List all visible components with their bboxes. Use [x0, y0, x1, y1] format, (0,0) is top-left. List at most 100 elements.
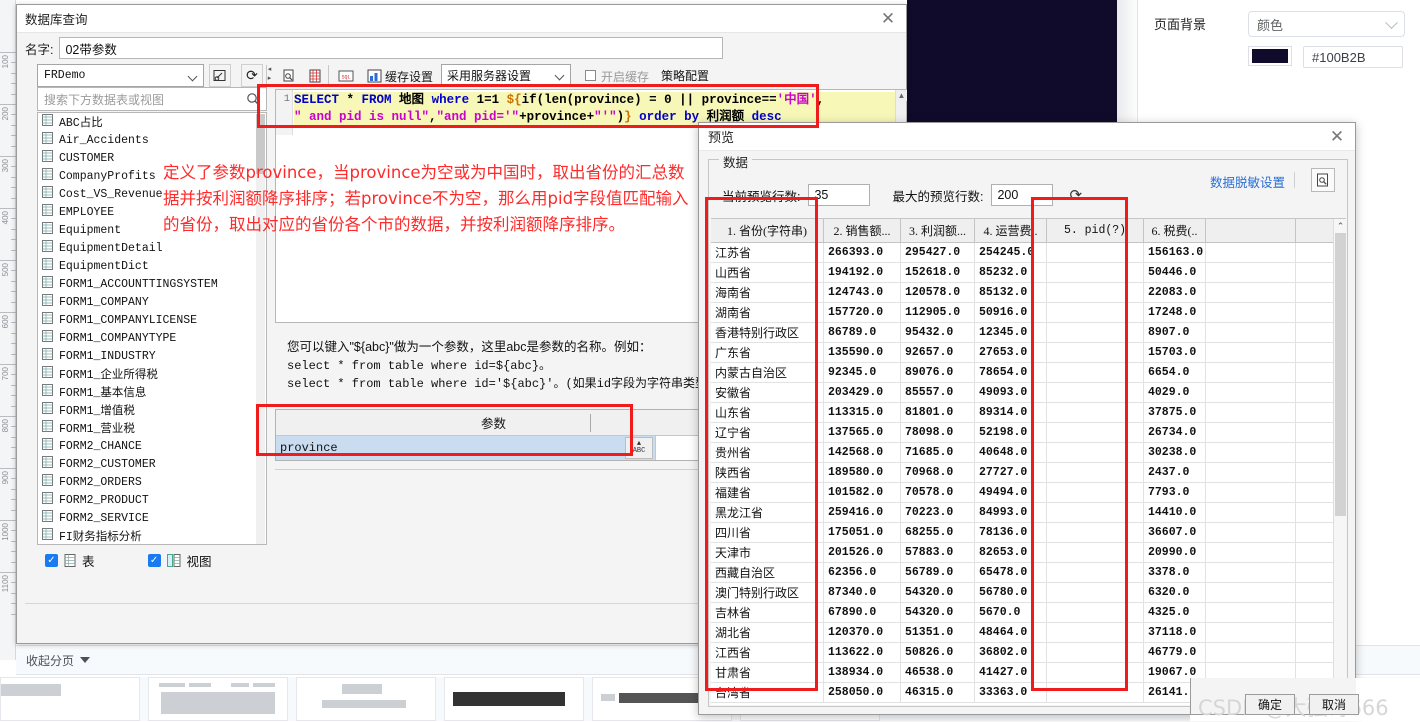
- grid-column-header[interactable]: 1. 省份(字符串): [711, 219, 824, 242]
- table-list-item[interactable]: ABC占比: [38, 113, 266, 131]
- grid-cell: 陕西省: [711, 463, 824, 482]
- table-list-item[interactable]: CompanyProfits: [38, 167, 266, 185]
- cache-mode-select[interactable]: 采用服务器设置: [441, 64, 571, 86]
- table-list-item[interactable]: FORM1_COMPANYTYPE: [38, 329, 266, 347]
- table-list-item[interactable]: FORM2_SERVICE: [38, 509, 266, 527]
- table-list-item[interactable]: FORM1_INDUSTRY: [38, 347, 266, 365]
- table-list-item[interactable]: FORM2_CHANCE: [38, 437, 266, 455]
- table-list-item[interactable]: FORM1_企业所得税: [38, 365, 266, 383]
- table-list-item[interactable]: CUSTOMER: [38, 149, 266, 167]
- grid-row[interactable]: 吉林省 67890.0 54320.0 5670.0 4325.0: [711, 603, 1346, 623]
- color-swatch-button[interactable]: [1248, 46, 1292, 66]
- current-rows-input[interactable]: 35: [808, 184, 871, 206]
- grid-vertical-scrollbar[interactable]: ⌃ ⌄: [1333, 219, 1346, 705]
- close-icon[interactable]: ✕: [1327, 127, 1347, 147]
- grid-row[interactable]: 湖南省 157720.0 112905.0 50916.0 17248.0: [711, 303, 1346, 323]
- edit-datasource-button[interactable]: [209, 64, 231, 87]
- grid-column-header[interactable]: 2. 销售额...: [824, 219, 901, 242]
- grid-row[interactable]: 山东省 113315.0 81801.0 89314.0 37875.0: [711, 403, 1346, 423]
- grid-column-header[interactable]: 4. 运营费..: [975, 219, 1047, 242]
- enable-cache-checkbox[interactable]: [585, 70, 596, 81]
- table-list-item[interactable]: FORM2_ORDERS: [38, 473, 266, 491]
- grid-row[interactable]: 西藏自治区 62356.0 56789.0 65478.0 3378.0: [711, 563, 1346, 583]
- table-list-item[interactable]: FI财务指标分析: [38, 527, 266, 544]
- scroll-up-icon[interactable]: ▲: [896, 90, 907, 101]
- grid-column-header[interactable]: 5. pid(?): [1047, 219, 1144, 242]
- table-list-item[interactable]: EquipmentDetail: [38, 239, 266, 257]
- column-resize-handle[interactable]: [590, 414, 591, 432]
- export-button[interactable]: [1311, 168, 1335, 192]
- template-thumbnail[interactable]: [444, 677, 584, 721]
- close-icon[interactable]: ✕: [878, 9, 898, 29]
- grid-column-header[interactable]: 3. 利润额...: [901, 219, 975, 242]
- grid-row[interactable]: 辽宁省 137565.0 78098.0 52198.0 26734.0: [711, 423, 1346, 443]
- table-list-item[interactable]: FORM2_CUSTOMER: [38, 455, 266, 473]
- grid-row[interactable]: 陕西省 189580.0 70968.0 27727.0 2437.0: [711, 463, 1346, 483]
- page-background-type-select[interactable]: 颜色: [1248, 11, 1405, 37]
- template-thumbnail[interactable]: [148, 677, 288, 721]
- grid-row[interactable]: 江西省 113622.0 50826.0 36802.0 46779.0: [711, 643, 1346, 663]
- table-list-item[interactable]: FORM1_COMPANYLICENSE: [38, 311, 266, 329]
- table-list-item[interactable]: FORM1_基本信息: [38, 383, 266, 401]
- table-list[interactable]: ABC占比 Air_Accidents CUSTOMER CompanyProfits…: [37, 112, 267, 545]
- grid-data-button[interactable]: [304, 64, 326, 87]
- table-list-item[interactable]: FORM2_PRODUCT: [38, 491, 266, 509]
- grid-column-header[interactable]: 6. 税费(..: [1144, 219, 1206, 242]
- ok-button[interactable]: 确定: [1245, 694, 1295, 715]
- grid-row[interactable]: 山西省 194192.0 152618.0 85232.0 50446.0: [711, 263, 1346, 283]
- table-list-item[interactable]: FORM1_ACCOUNTTINGSYSTEM: [38, 275, 266, 293]
- grid-cell: 142568.0: [824, 443, 901, 462]
- grid-row[interactable]: 内蒙古自治区 92345.0 89076.0 78654.0 6654.0: [711, 363, 1346, 383]
- grid-row[interactable]: 江苏省 266393.0 295427.0 254245.0 156163.0: [711, 243, 1346, 263]
- grid-row[interactable]: 海南省 124743.0 120578.0 85132.0 22083.0: [711, 283, 1346, 303]
- table-list-item[interactable]: EquipmentDict: [38, 257, 266, 275]
- cancel-button[interactable]: 取消: [1309, 694, 1359, 715]
- desensitize-settings-link[interactable]: 数据脱敏设置: [1210, 172, 1285, 191]
- grid-row[interactable]: 湖北省 120370.0 51351.0 48464.0 37118.0: [711, 623, 1346, 643]
- abc-icon[interactable]: ▲ ABC: [625, 437, 653, 459]
- table-list-item[interactable]: FORM1_营业税: [38, 419, 266, 437]
- preview-button[interactable]: [278, 64, 300, 87]
- scrollbar-thumb[interactable]: [1335, 233, 1346, 516]
- grid-row[interactable]: 黑龙江省 259416.0 70223.0 84993.0 14410.0: [711, 503, 1346, 523]
- table-list-item[interactable]: EMPLOYEE: [38, 203, 266, 221]
- table-list-item[interactable]: Equipment: [38, 221, 266, 239]
- search-input[interactable]: 搜索下方数据表或视图: [37, 87, 267, 111]
- chart-button[interactable]: [363, 64, 385, 87]
- preview-data-grid[interactable]: 1. 省份(字符串) 2. 销售额... 3. 利润额... 4. 运营费.. 5. p…: [711, 218, 1346, 705]
- grid-row[interactable]: 安徽省 203429.0 85557.0 49093.0 4029.0: [711, 383, 1346, 403]
- template-thumbnail[interactable]: [296, 677, 436, 721]
- scroll-up-icon[interactable]: ⌃: [1334, 219, 1346, 233]
- grid-row[interactable]: 天津市 201526.0 57883.0 82653.0 20990.0: [711, 543, 1346, 563]
- refresh-button[interactable]: ⟳: [241, 64, 263, 87]
- grid-row[interactable]: 四川省 175051.0 68255.0 78136.0 36607.0: [711, 523, 1346, 543]
- grid-row[interactable]: 澳门特别行政区 87340.0 54320.0 56780.0 6320.0: [711, 583, 1346, 603]
- name-input[interactable]: 02带参数: [59, 37, 724, 59]
- table-list-item[interactable]: Cost_VS_Revenue: [38, 185, 266, 203]
- table-list-item[interactable]: FORM1_增值税: [38, 401, 266, 419]
- table-list-item[interactable]: FORM1_COMPANY: [38, 293, 266, 311]
- refresh-icon[interactable]: ⟳: [1069, 186, 1082, 204]
- collapse-pages-label[interactable]: 收起分页: [26, 652, 74, 669]
- grid-row[interactable]: 香港特别行政区 86789.0 95432.0 12345.0 8907.0: [711, 323, 1346, 343]
- grid-row[interactable]: 贵州省 142568.0 71685.0 40648.0 30238.0: [711, 443, 1346, 463]
- grid-row[interactable]: 福建省 101582.0 70578.0 49494.0 7793.0: [711, 483, 1346, 503]
- scrollbar-thumb[interactable]: [256, 114, 265, 174]
- table-list-item[interactable]: Air_Accidents: [38, 131, 266, 149]
- table-list-scrollbar[interactable]: [256, 114, 265, 544]
- parameter-row[interactable]: province ▲ ABC: [276, 436, 711, 460]
- strategy-config-button[interactable]: 策略配置: [658, 65, 712, 85]
- datasource-select[interactable]: FRDemo: [37, 64, 204, 87]
- filter-view-checkbox[interactable]: ✓: [147, 553, 161, 567]
- template-thumbnail[interactable]: [0, 677, 140, 721]
- filter-table-checkbox[interactable]: ✓: [45, 553, 58, 567]
- parameter-table[interactable]: 参数 province ▲ ABC: [275, 409, 712, 461]
- max-rows-input[interactable]: 200: [991, 184, 1054, 206]
- grid-row[interactable]: 广东省 135590.0 92657.0 27653.0 15703.0: [711, 343, 1346, 363]
- toolbar-overflow-handle[interactable]: ◂ ▸: [266, 65, 273, 85]
- color-hex-input[interactable]: #100B2B: [1303, 46, 1403, 68]
- grid-cell: 71685.0: [901, 443, 975, 462]
- chevron-down-icon[interactable]: [80, 657, 91, 663]
- sql-format-button[interactable]: SQL: [335, 64, 357, 87]
- grid-column-header[interactable]: [1206, 219, 1296, 242]
